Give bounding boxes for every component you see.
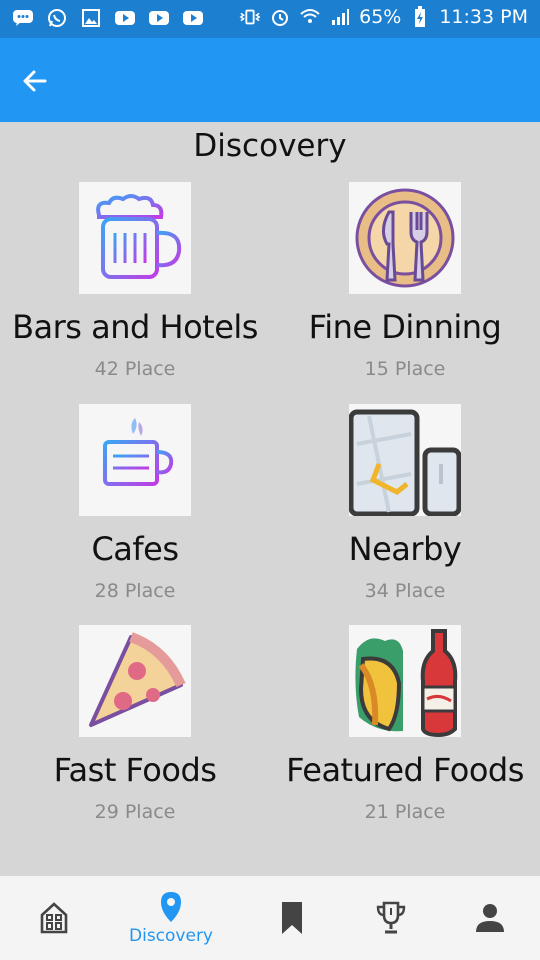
message-icon <box>12 7 34 29</box>
home-icon <box>40 902 68 934</box>
category-name: Nearby <box>348 530 462 568</box>
category-fast-foods[interactable]: Fast Foods 29 Place <box>0 625 270 823</box>
category-thumbnail <box>79 404 191 516</box>
notification-icons <box>12 7 204 29</box>
wifi-icon <box>299 6 321 28</box>
category-bars-and-hotels[interactable]: Bars and Hotels 42 Place <box>0 182 270 380</box>
nav-bookmarks[interactable] <box>238 876 346 960</box>
plate-cutlery-icon <box>355 188 455 288</box>
vibrate-icon <box>239 6 261 28</box>
person-icon <box>476 904 504 932</box>
category-count: 28 Place <box>94 580 176 602</box>
battery-percent: 65% <box>359 6 402 28</box>
youtube-icon <box>148 7 170 29</box>
category-thumbnail <box>349 404 461 516</box>
coffee-cup-icon <box>99 418 174 496</box>
category-thumbnail <box>349 625 461 737</box>
nav-discovery[interactable]: Discovery <box>117 876 225 960</box>
youtube-icon <box>182 7 204 29</box>
trophy-icon <box>376 901 406 934</box>
category-featured-foods[interactable]: Featured Foods 21 Place <box>270 625 540 823</box>
beer-mug-icon <box>96 194 182 279</box>
category-thumbnail <box>349 182 461 294</box>
nav-home[interactable] <box>0 876 108 960</box>
bottom-navigation: Discovery <box>0 876 540 960</box>
category-count: 21 Place <box>364 801 446 823</box>
pizza-slice-icon <box>89 632 186 727</box>
taco-cola-icon <box>355 629 458 737</box>
category-nearby[interactable]: Nearby 34 Place <box>270 404 540 602</box>
map-phone-icon <box>349 409 461 516</box>
category-name: Fast Foods <box>53 751 217 789</box>
whatsapp-icon <box>46 7 68 29</box>
category-name: Cafes <box>91 530 179 568</box>
category-cafes[interactable]: Cafes 28 Place <box>0 404 270 602</box>
page-title: Discovery <box>193 128 347 164</box>
nav-trophy[interactable] <box>337 876 445 960</box>
clock: 11:33 PM <box>439 6 528 28</box>
category-thumbnail <box>79 625 191 737</box>
youtube-icon <box>114 7 136 29</box>
category-thumbnail <box>79 182 191 294</box>
category-count: 42 Place <box>94 358 176 380</box>
category-name: Featured Foods <box>286 751 524 789</box>
category-name: Fine Dinning <box>308 308 502 346</box>
category-count: 29 Place <box>94 801 176 823</box>
back-button[interactable] <box>14 60 56 102</box>
alarm-icon <box>269 6 291 28</box>
category-name: Bars and Hotels <box>12 308 258 346</box>
system-status: 65% 11:33 PM <box>239 6 528 28</box>
category-fine-dinning[interactable]: Fine Dinning 15 Place <box>270 182 540 380</box>
app-bar <box>0 38 540 122</box>
bookmark-icon <box>282 902 302 934</box>
nav-label-discovery: Discovery <box>129 926 213 946</box>
arrow-left-icon <box>23 70 47 92</box>
category-count: 15 Place <box>364 358 446 380</box>
battery-charging-icon <box>409 6 431 28</box>
status-bar: 65% 11:33 PM <box>0 0 540 38</box>
location-pin-icon <box>161 892 181 922</box>
gallery-icon <box>80 7 102 29</box>
signal-icon <box>329 6 351 28</box>
category-count: 34 Place <box>364 580 446 602</box>
nav-profile[interactable] <box>436 876 540 960</box>
